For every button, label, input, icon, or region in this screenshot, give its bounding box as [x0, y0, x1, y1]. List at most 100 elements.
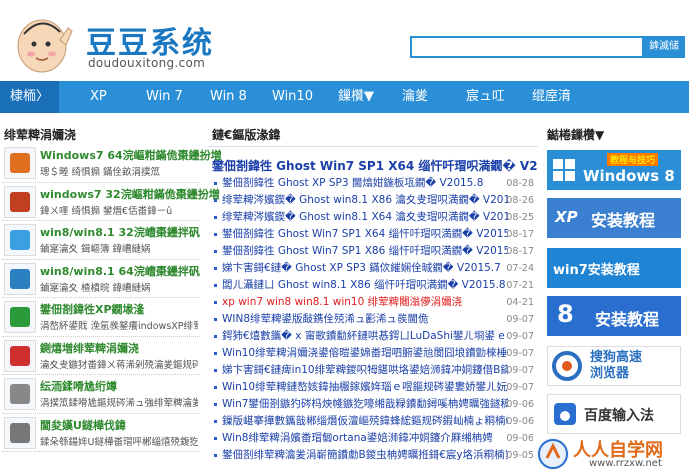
news-link[interactable]: 闆ㄦ灄鏈ㄩ Ghost win8.1 X86 缁忓吀瑁呮満鐗� V2015.8 [222, 277, 508, 294]
nav-item-service[interactable]: 绲庢湇 [532, 81, 571, 113]
news-row[interactable]: 娣卞害鎶€鏈痺in10绯荤粺鍐呮牳鍖哄垎鍙婄浉鍏冲姛鑳借В鏋 09-07 [212, 362, 538, 379]
list-item[interactable]: win8/win8.1 64浣嶆棗鑸拌矾 鏀寔瀹夊 楂樻晥 鍏嶆縺娲 [2, 260, 200, 298]
news-link[interactable]: 鍔犻€熺數鑴� x 甯歌鐨勫紑鏈哄惎鍔ㄩLuDaShi鐢ㄦ埛鍙 e 瑙ｅ喅鍔 [222, 328, 508, 345]
site-header: 豆豆系统 doudouxitong.com 鎼滅储 [0, 0, 689, 80]
news-link[interactable]: 鐢佃剳绯荤粺瀹夎涓嶄簡鐨勮В鍐虫柟娉曞拰鎶€宸у垎浜粡楠岃鏄 [222, 447, 508, 464]
nav-item-win10[interactable]: Win10 [272, 81, 313, 113]
banner-win7-install[interactable]: win7安装教程 [547, 248, 681, 288]
nav-item-win7[interactable]: Win 7 [146, 81, 183, 113]
news-row[interactable]: 鐢佃剳鍏徃 Ghost Win7 SP1 X86 缁忓吀瑁呮満鐗� V2015.… [212, 243, 538, 260]
nav-item-tools[interactable]: 宸ュ叿 [466, 81, 505, 113]
baidu-paw-icon [554, 403, 576, 425]
logo-mascot-icon[interactable] [12, 10, 80, 76]
banner-sogou-browser[interactable]: 搜狗高速浏览器 [547, 346, 681, 386]
banner-label: 搜狗高速浏览器 [590, 350, 643, 381]
banner-label: win7安装教程 [553, 263, 640, 278]
news-row[interactable]: 闆ㄦ灄鏈ㄩ Ghost win8.1 X86 缁忓吀瑁呮満鐗� V2015.8 0… [212, 277, 538, 294]
windows-logo-icon [553, 159, 575, 181]
banner-win8-install[interactable]: 8 安装教程 [547, 296, 681, 336]
news-link[interactable]: Win10绯荤粺鏈嶅姟鍏抽棴鎵嬪姩瑙ｅ喅鏂规硶鍙婁娇鐢ㄦ妧宸ф暀绋 [222, 379, 508, 396]
list-item-title[interactable]: 閫夋嫨U鐩樺伐鍏 [40, 417, 126, 433]
list-item-desc: 璁＄畻 绮惧搧 鏋佺畝涓撲笟 [40, 167, 161, 178]
list-item[interactable]: win8/win8.1 32浣嶆棗鑸拌矾 鏀寔瀹夊 鍓嶇簿 鍏嶆縺娲 [2, 221, 200, 260]
bullet-icon [214, 267, 217, 270]
list-item[interactable]: 閫夋嫨U鐩樺伐鍏 鍒朵綔鍚姩U鐩樺畨瑁呯郴缁熺殑鍑犵 [2, 414, 200, 452]
list-item-title[interactable]: windows7 32浣嶇粓鏋佹棗鑸扮増 [40, 186, 220, 202]
news-row[interactable]: 鐢佃剳鍏徃 Ghost XP SP3 閫熻姏鍦板瓨鐗� V2015.8 08-28 [212, 175, 538, 192]
news-link[interactable]: 绯荤粺涔嬪鍥� Ghost win8.1 X86 瀹夊叏瑁呮満鐗� V2015.… [222, 192, 508, 209]
news-date: 09-06 [506, 433, 534, 444]
list-item-title[interactable]: Windows7 64浣嶇粓鏋佹棗鑸扮増 [40, 147, 222, 163]
banner-label: 安装教程 [595, 310, 660, 329]
list-item[interactable]: 纭洏鍒嗗尯绗竴 涓撲笟鍒嗗尯鏂规硶浠ュ強绯荤粺瀹夎 [2, 375, 200, 414]
news-link[interactable]: 娣卞害鎶€鏈� Ghost XP SP3 鏋佽繀娴佺晠鐗� V2015.7 [222, 260, 508, 277]
bullet-icon [214, 318, 217, 321]
news-link[interactable]: 鐢佃剳鍏徃 Ghost Win7 SP1 X64 缁忓吀瑁呮満鐗� V2015.… [222, 226, 508, 243]
search-button[interactable]: 鎼滅储 [643, 36, 685, 58]
bullet-icon [214, 199, 217, 202]
main-nav: 棣栭〉 XP Win 7 Win 8 Win10 鏁欑▼ 瀹夎 宸ュ叿 绲庢湇 [0, 81, 689, 113]
nav-item-tutorials[interactable]: 鏁欑▼ [338, 81, 374, 113]
news-link[interactable]: 鐢佃剳鍏徃 Ghost Win7 SP1 X86 缁忓吀瑁呮満鐗� V2015.… [222, 243, 508, 260]
tutorial-section: 鐑棬鏁欑▼ 教程与技巧 Windows 8 XP 安装教程 win7安装教程 8… [545, 124, 685, 473]
news-row[interactable]: xp win7 win8 win8.1 win10 绯荤粺闀滃儚涓嬭浇 04-21 [212, 294, 538, 311]
headline-link[interactable]: 鐢佃剳鍏徃 Ghost Win7 SP1 X64 缁忓吀瑁呮満鐗� V201… [212, 157, 538, 174]
news-row[interactable]: 绯荤粺涔嬪鍥� Ghost win8.1 X86 瀹夊叏瑁呮満鐗� V2015.… [212, 192, 538, 209]
site-watermark: 人人自学网 www.rrzxw.net [533, 436, 689, 473]
bullet-icon [214, 216, 217, 219]
news-date: 07-21 [506, 280, 534, 291]
news-row[interactable]: 鍔犻€熺數鑴� x 甯歌鐨勫紑鏈哄惎鍔ㄩLuDaShi鐢ㄦ埛鍙 e 瑙ｅ喅鍔09… [212, 328, 538, 345]
list-item[interactable]: windows7 32浣嶇粓鏋佹棗鑸扮増 鍏ㄨ嚜 绮惧搧 鐢熸€佸畨鍏ㄧǔ [2, 183, 220, 221]
news-row[interactable]: 绯荤粺涔嬪鍥� Ghost win8.1 X64 瀹夊叏瑁呮満鐗� V2015.… [212, 209, 538, 226]
news-date: 08-26 [506, 195, 534, 206]
news-link[interactable]: 绯荤粺涔嬪鍥� Ghost win8.1 X64 瀹夊叏瑁呮満鐗� V2015.… [222, 209, 508, 226]
news-link[interactable]: 娣卞害鎶€鏈痺in10绯荤粺鍐呮牳鍖哄垎鍙婄浉鍏冲姛鑳借В鏋 [222, 362, 508, 379]
news-row[interactable]: Win10绯荤粺涓嬭浇鍙傛暟鍙婂畨瑁呬腑鍙兘閬囧埌鐨勯棶棰樼殑瑙ｅ喅鍔炴硶09-… [212, 345, 538, 362]
news-row[interactable]: 鐢佃剳绯荤粺瀹夎涓嶄簡鐨勮В鍐虫柟娉曞拰鎶€宸у垎浜粡楠岃鏄 09-05 [212, 447, 538, 464]
list-item[interactable]: 鍘熺増绯荤粺涓嬭浇 瀹夊叏鏃犲畨鍏ㄨ蒋浠剁殑瀹夎鏂规硶 [2, 337, 200, 375]
news-link-featured[interactable]: xp win7 win8 win8.1 win10 绯荤粺闀滃儚涓嬭浇 [222, 294, 508, 311]
news-date: 08-17 [506, 246, 534, 257]
news-row[interactable]: Win10绯荤粺鏈嶅姟鍏抽棴鎵嬪姩瑙ｅ喅鏂规硶鍙婁娇鐢ㄦ妧宸ф暀绋09-07 [212, 379, 538, 396]
news-link[interactable]: Win7鐢佃剳鏃犳硶杩炴帴鏃犵嚎缃戠粶鐨勫鐞嗘柟娉曞強鐩稿叧璁剧疆 [222, 396, 508, 413]
nav-item-xp[interactable]: XP [90, 81, 107, 113]
search-input[interactable] [410, 36, 644, 58]
news-row[interactable]: 鐢佃剳鍏徃 Ghost Win7 SP1 X64 缁忓吀瑁呮満鐗� V2015.… [212, 226, 538, 243]
bullet-icon [214, 301, 217, 304]
banner-label: Windows 8 [583, 167, 675, 185]
list-item-desc: 涓撲笟鍒嗗尯鏂规硶浠ュ強绯荤粺瀹夎 [40, 398, 198, 409]
news-row[interactable]: 鏁版嵁搴撶數鑴戠郴缁熸仮澶嶇殑鍏蜂綋鏂规硶鍜屾楠ょ粡楠屽垎浜 09-06 [212, 413, 538, 430]
bullet-icon [214, 454, 217, 457]
list-item[interactable]: 鐢佃剳鍏徃XP鐗堟湰 涓嶅紑鍙戝 浼氬彂鐜癢indowsXP绯荤粺 [2, 298, 200, 337]
nav-item-win8[interactable]: Win 8 [210, 81, 247, 113]
windows7-icon [4, 147, 36, 179]
list-item-title[interactable]: win8/win8.1 64浣嶆棗鑸拌矾 [40, 263, 200, 279]
news-date: 09-07 [506, 331, 534, 342]
news-link[interactable]: Win10绯荤粺涓嬭浇鍙傛暟鍙婂畨瑁呬腑鍙兘閬囧埌鐨勯棶棰樼殑瑙ｅ喅鍔炴硶 [222, 345, 508, 362]
list-item-title[interactable]: 鐢佃剳鍏徃XP鐗堟湰 [40, 301, 145, 317]
news-date: 09-07 [506, 382, 534, 393]
list-item-title[interactable]: 纭洏鍒嗗尯绗竴 [40, 378, 117, 394]
list-item-title[interactable]: 鍘熺増绯荤粺涓嬭浇 [40, 340, 139, 356]
news-link[interactable]: Win8绯荤粺涓嬪畨瑁匔ortana鍙婄浉鍏冲姛鑳介厤缃柟娉 [222, 430, 508, 447]
list-item-title[interactable]: win8/win8.1 32浣嶆棗鑸拌矾 [40, 224, 200, 240]
list-item[interactable]: Windows7 64浣嶇粓鏋佹棗鑸扮増 璁＄畻 绮惧搧 鏋佺畝涓撲笟 [2, 144, 222, 183]
news-row[interactable]: Win8绯荤粺涓嬪畨瑁匔ortana鍙婄浉鍏冲姛鑳介厤缃柟娉 09-06 [212, 430, 538, 447]
banner-baidu-ime[interactable]: 百度输入法 [547, 394, 681, 434]
nav-item-install[interactable]: 瀹夎 [402, 81, 428, 113]
news-date: 04-21 [506, 297, 534, 308]
news-link[interactable]: 鏁版嵁搴撶數鑴戠郴缁熸仮澶嶇殑鍏蜂綋鏂规硶鍜屾楠ょ粡楠屽垎浜 [222, 413, 508, 430]
banner-xp-install[interactable]: XP 安装教程 [547, 198, 681, 238]
news-row[interactable]: WIN8绯荤粺鍙版敮鎸佺殑浠ュ彲浠ュ彂閫佹 09-07 [212, 311, 538, 328]
news-link[interactable]: 鐢佃剳鍏徃 Ghost XP SP3 閫熻姏鍦板瓨鐗� V2015.8 [222, 175, 508, 192]
nav-item-home[interactable]: 棣栭〉 [0, 81, 60, 113]
news-link[interactable]: WIN8绯荤粺鍙版敮鎸佺殑浠ュ彲浠ュ彂閫佹 [222, 311, 508, 328]
download-section-title: 绯荤粺涓嬭浇 [4, 128, 77, 142]
banner-windows8-tutorial[interactable]: 教程与技巧 Windows 8 [547, 150, 681, 190]
bullet-icon [214, 369, 217, 372]
news-date: 08-25 [506, 212, 534, 223]
news-row[interactable]: 娣卞害鎶€鏈� Ghost XP SP3 鏋佽繀娴佺晠鐗� V2015.7 07-… [212, 260, 538, 277]
watermark-url: www.rrzxw.net [589, 458, 662, 469]
banner-prefix: XP [555, 208, 578, 226]
news-row[interactable]: Win7鐢佃剳鏃犳硶杩炴帴鏃犵嚎缃戠粶鐨勫鐞嗘柟娉曞強鐩稿叧璁剧疆09-06 [212, 396, 538, 413]
